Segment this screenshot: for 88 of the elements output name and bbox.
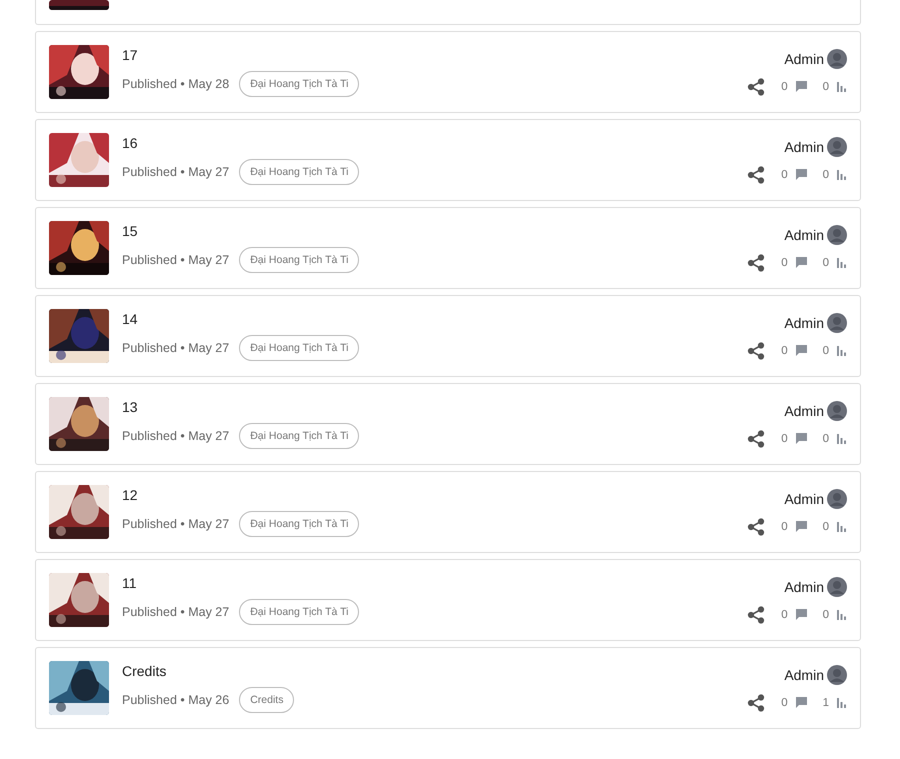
post-title[interactable]: 15 <box>122 223 138 239</box>
bar-chart-icon <box>837 170 847 180</box>
category-tag[interactable]: Đại Hoang Tịch Tà Ti <box>239 71 360 97</box>
post-title[interactable]: 13 <box>122 399 138 415</box>
post-card[interactable]: 12 Published • May 27 Đại Hoang Tịch Tà Ti Admin 0 0 <box>35 471 861 553</box>
comment-icon <box>796 169 807 180</box>
view-count: 0 <box>822 608 829 620</box>
share-icon[interactable] <box>747 694 766 712</box>
comment-icon <box>796 609 807 620</box>
comment-icon <box>796 521 807 532</box>
author-name: Admin <box>784 138 824 154</box>
share-icon[interactable] <box>747 78 766 96</box>
post-status: Published • May 27 <box>122 429 230 443</box>
comment-count: 0 <box>781 168 788 180</box>
comment-count: 0 <box>781 344 788 356</box>
avatar-icon <box>827 576 847 596</box>
post-status: Published • May 27 <box>122 341 230 355</box>
category-tag[interactable]: Đại Hoang Tịch Tà Ti <box>239 423 360 449</box>
post-card[interactable]: Credits Published • May 26 Credits Admin 0 1 <box>35 647 861 729</box>
avatar-icon <box>827 224 847 244</box>
author-name: Admin <box>784 490 824 506</box>
share-icon[interactable] <box>747 166 766 184</box>
avatar-icon <box>827 400 847 420</box>
avatar-icon <box>827 664 847 684</box>
category-tag[interactable]: Đại Hoang Tịch Tà Ti <box>239 335 360 361</box>
post-status: Published • May 27 <box>122 517 230 531</box>
author-name: Admin <box>784 666 824 682</box>
avatar-icon <box>827 312 847 332</box>
view-count: 0 <box>822 256 829 268</box>
post-card[interactable]: 14 Published • May 27 Đại Hoang Tịch Tà Ti Admin 0 0 <box>35 295 861 377</box>
share-icon[interactable] <box>747 518 766 536</box>
comment-count: 0 <box>781 80 788 92</box>
share-icon[interactable] <box>747 342 766 360</box>
post-status: Published • May 27 <box>122 605 230 619</box>
avatar-icon <box>827 48 847 68</box>
share-icon[interactable] <box>747 606 766 624</box>
view-count: 0 <box>822 432 829 444</box>
view-count: 1 <box>822 696 829 708</box>
category-tag[interactable]: Đại Hoang Tịch Tà Ti <box>239 511 360 537</box>
author-name: Admin <box>784 50 824 66</box>
comment-icon <box>796 257 807 268</box>
comment-count: 0 <box>781 432 788 444</box>
post-status: Published • May 26 <box>122 693 230 707</box>
comment-count: 0 <box>781 256 788 268</box>
share-icon[interactable] <box>747 254 766 272</box>
comment-count: 0 <box>781 520 788 532</box>
bar-chart-icon <box>837 698 847 708</box>
bar-chart-icon <box>837 258 847 268</box>
category-tag[interactable]: Credits <box>239 687 294 713</box>
category-tag[interactable]: Đại Hoang Tịch Tà Ti <box>239 599 360 625</box>
author-name: Admin <box>784 226 824 242</box>
post-title[interactable]: 11 <box>122 575 137 591</box>
category-tag[interactable]: Đại Hoang Tịch Tà Ti <box>239 159 360 185</box>
comment-count: 0 <box>781 696 788 708</box>
avatar-icon <box>827 136 847 156</box>
post-status: Published • May 27 <box>122 253 230 267</box>
post-title[interactable]: 12 <box>122 487 138 503</box>
post-status: Published • May 27 <box>122 165 230 179</box>
bar-chart-icon <box>837 434 847 444</box>
post-card[interactable]: 11 Published • May 27 Đại Hoang Tịch Tà Ti Admin 0 0 <box>35 559 861 641</box>
comment-icon <box>796 697 807 708</box>
category-tag[interactable]: Đại Hoang Tịch Tà Ti <box>239 247 360 273</box>
author-name: Admin <box>784 578 824 594</box>
bar-chart-icon <box>837 82 847 92</box>
post-title[interactable]: 17 <box>122 47 138 63</box>
bar-chart-icon <box>837 610 847 620</box>
post-title[interactable]: Credits <box>122 663 166 679</box>
view-count: 0 <box>822 168 829 180</box>
view-count: 0 <box>822 80 829 92</box>
bar-chart-icon <box>837 346 847 356</box>
view-count: 0 <box>822 344 829 356</box>
post-card[interactable]: 15 Published • May 27 Đại Hoang Tịch Tà Ti Admin 0 0 <box>35 207 861 289</box>
post-card[interactable]: 16 Published • May 27 Đại Hoang Tịch Tà Ti Admin 0 0 <box>35 119 861 201</box>
author-name: Admin <box>784 402 824 418</box>
post-title[interactable]: 14 <box>122 311 138 327</box>
comment-icon <box>796 81 807 92</box>
comment-icon <box>796 433 807 444</box>
view-count: 0 <box>822 520 829 532</box>
avatar-icon <box>827 488 847 508</box>
post-status: Published • May 28 <box>122 77 230 91</box>
post-card[interactable]: 13 Published • May 27 Đại Hoang Tịch Tà Ti Admin 0 0 <box>35 383 861 465</box>
comment-count: 0 <box>781 608 788 620</box>
share-icon[interactable] <box>747 430 766 448</box>
bar-chart-icon <box>837 522 847 532</box>
comment-icon <box>796 345 807 356</box>
post-card[interactable]: 17 Published • May 28 Đại Hoang Tịch Tà Ti Admin 0 0 <box>35 31 861 113</box>
post-title[interactable]: 16 <box>122 135 138 151</box>
author-name: Admin <box>784 314 824 330</box>
